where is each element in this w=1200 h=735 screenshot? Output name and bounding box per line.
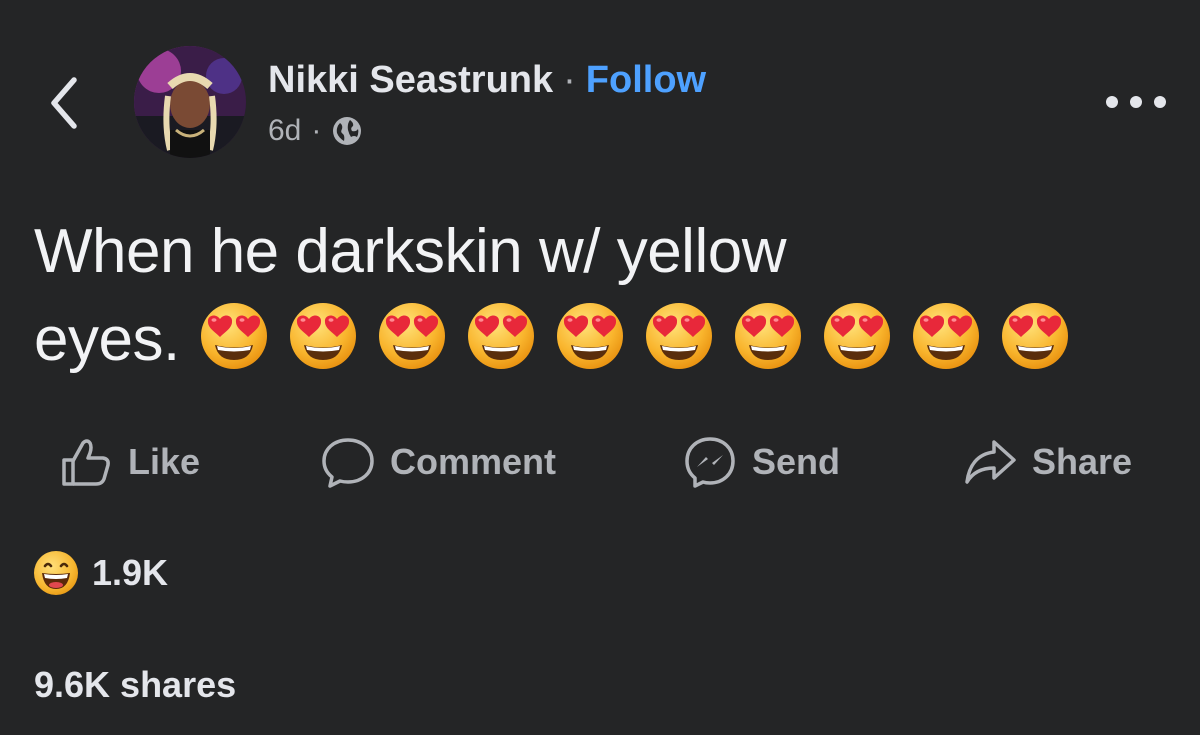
post-text-line-2: eyes.	[34, 296, 1174, 384]
shares-summary[interactable]: 9.6K shares	[34, 660, 236, 710]
author-row: Nikki Seastrunk · Follow	[268, 56, 706, 104]
comment-button[interactable]: Comment	[320, 432, 556, 492]
emoji-row	[198, 300, 1071, 372]
meta-separator: ·	[311, 114, 322, 147]
follow-button[interactable]: Follow	[586, 59, 706, 102]
heart-eyes-emoji	[198, 300, 270, 372]
globe-icon	[333, 117, 362, 145]
thumbs-up-icon	[62, 439, 110, 486]
heart-eyes-emoji	[465, 300, 537, 372]
heart-eyes-emoji	[732, 300, 804, 372]
messenger-icon	[685, 437, 735, 488]
back-button[interactable]	[40, 72, 92, 134]
author-name[interactable]: Nikki Seastrunk	[268, 59, 553, 102]
name-separator: ·	[563, 58, 576, 101]
like-button[interactable]: Like	[58, 432, 200, 492]
avatar[interactable]	[134, 46, 246, 158]
comment-label: Comment	[390, 441, 557, 482]
avatar-photo	[134, 46, 246, 158]
shares-count: 9.6K	[34, 664, 111, 705]
reaction-count: 1.9K	[92, 552, 169, 593]
post-time[interactable]: 6d	[268, 114, 301, 148]
reaction-summary[interactable]: 1.9K	[32, 548, 168, 598]
share-arrow-icon	[965, 440, 1016, 484]
heart-eyes-emoji	[376, 300, 448, 372]
comment-bubble-icon	[322, 438, 374, 488]
heart-eyes-emoji	[554, 300, 626, 372]
like-label: Like	[128, 441, 201, 482]
share-button[interactable]: Share	[962, 432, 1132, 492]
heart-eyes-emoji	[999, 300, 1071, 372]
send-label: Send	[752, 441, 841, 482]
heart-eyes-emoji	[821, 300, 893, 372]
more-dots-icon	[1106, 96, 1166, 108]
post-text: When he darkskin w/ yellow eyes.	[34, 208, 1174, 384]
action-bar: Like Comment Send Share	[0, 432, 1200, 492]
post-meta: 6d ·	[268, 110, 363, 152]
post-text-line-2-text: eyes.	[34, 305, 180, 374]
more-options-button[interactable]	[1100, 84, 1172, 120]
shares-label: shares	[120, 664, 237, 705]
haha-reaction-icon	[34, 551, 78, 595]
heart-eyes-emoji	[910, 300, 982, 372]
send-button[interactable]: Send	[682, 432, 840, 492]
heart-eyes-emoji	[287, 300, 359, 372]
heart-eyes-emoji	[643, 300, 715, 372]
share-label: Share	[1032, 441, 1133, 482]
chevron-left-icon	[51, 77, 77, 129]
post-text-line-1: When he darkskin w/ yellow	[34, 217, 786, 286]
